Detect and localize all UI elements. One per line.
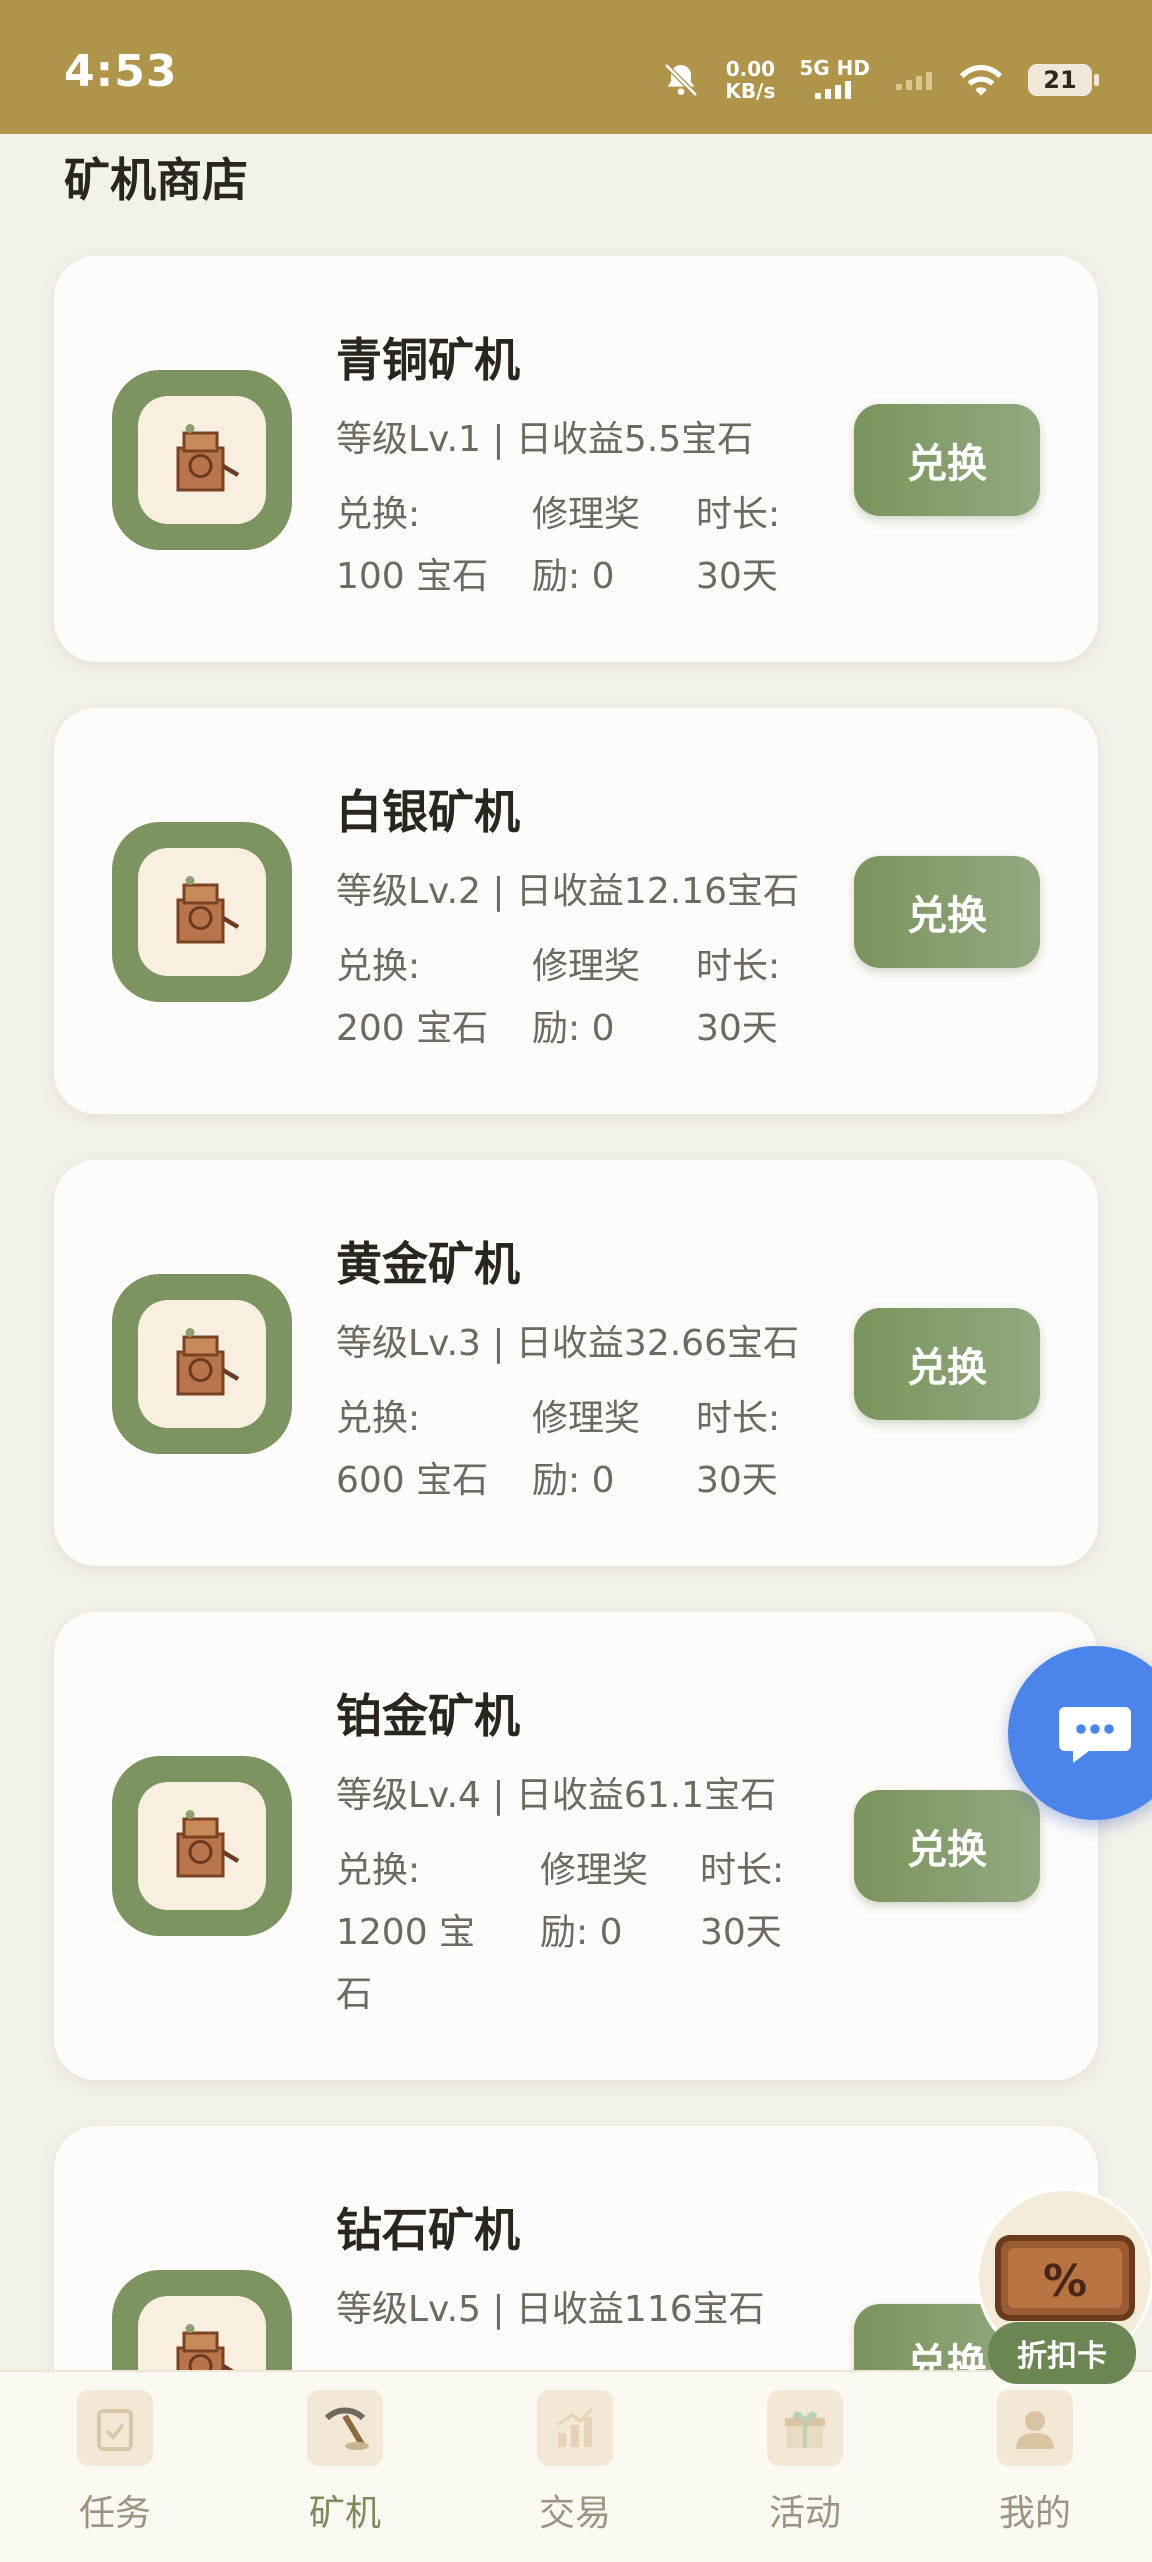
exchange-cost: 兑换: 600 宝石 xyxy=(336,1388,488,1512)
miner-level-income: 等级Lv.3 | 日收益32.66宝石 xyxy=(336,1323,799,1364)
miner-level-income: 等级Lv.4 | 日收益61.1宝石 xyxy=(336,1775,777,1816)
miner-card-platinum: 铂金矿机 等级Lv.4 | 日收益61.1宝石 兑换: 1200 宝 石 修理奖… xyxy=(54,1612,1098,2080)
miner-name: 铂金矿机 xyxy=(336,1689,520,1743)
exchange-button[interactable]: 兑换 xyxy=(854,1790,1040,1902)
repair-reward-value: 励: 0 xyxy=(540,1912,623,1953)
exchange-cost-label: 兑换: xyxy=(336,946,421,987)
duration: 时长: 30天 xyxy=(696,1388,780,1512)
tab-tasks[interactable]: 任务 xyxy=(0,2390,230,2536)
repair-reward-value: 励: 0 xyxy=(532,1008,615,1049)
miner-thumbnail xyxy=(112,822,292,1002)
discount-card-button[interactable]: % 折扣卡 xyxy=(974,2188,1152,2388)
mining-machine-icon xyxy=(176,1328,240,1396)
tab-trade[interactable]: 交易 xyxy=(460,2390,690,2536)
tab-label: 任务 xyxy=(78,2493,151,2534)
miner-name: 白银矿机 xyxy=(336,785,520,839)
miner-name: 青铜矿机 xyxy=(336,333,520,387)
exchange-cost: 兑换: 200 宝石 xyxy=(336,936,488,1060)
user-icon xyxy=(997,2390,1073,2466)
exchange-cost-value: 200 宝石 xyxy=(336,1008,489,1049)
repair-reward: 修理奖 励: 0 xyxy=(532,484,640,608)
repair-reward: 修理奖 励: 0 xyxy=(532,1388,640,1512)
discount-percent-icon: % xyxy=(995,2235,1135,2321)
exchange-cost: 兑换: 100 宝石 xyxy=(336,484,488,608)
exchange-cost-label: 兑换: xyxy=(336,494,421,535)
tab-profile[interactable]: 我的 xyxy=(920,2390,1150,2536)
repair-reward-value: 励: 0 xyxy=(532,1460,615,1501)
network-type: 5G HD xyxy=(799,57,870,103)
repair-reward-label: 修理奖 xyxy=(532,1398,641,1439)
repair-reward-label: 修理奖 xyxy=(540,1850,649,1891)
miner-name: 钻石矿机 xyxy=(336,2203,520,2257)
mining-machine-icon xyxy=(176,424,240,492)
bottom-tab-bar: 任务 矿机 交易 活动 我的 xyxy=(0,2370,1152,2562)
miner-level-income: 等级Lv.2 | 日收益12.16宝石 xyxy=(336,871,799,912)
tab-activity[interactable]: 活动 xyxy=(690,2390,920,2536)
duration: 时长: 30天 xyxy=(696,484,780,608)
exchange-cost-value: 100 宝石 xyxy=(336,556,489,597)
mining-machine-icon xyxy=(176,1810,240,1878)
net-speed-unit: KB/s xyxy=(725,79,776,103)
duration: 时长: 30天 xyxy=(700,1840,784,1964)
miner-card-silver: 白银矿机 等级Lv.2 | 日收益12.16宝石 兑换: 200 宝石 修理奖 … xyxy=(54,708,1098,1114)
miner-thumbnail xyxy=(112,1756,292,1936)
page-title: 矿机商店 xyxy=(64,153,248,207)
status-bar: 4:53 0.00 KB/s 5G HD 21 xyxy=(0,0,1152,134)
duration-label: 时长: xyxy=(700,1850,785,1891)
discount-card-label: 折扣卡 xyxy=(988,2322,1136,2384)
repair-reward-label: 修理奖 xyxy=(532,946,641,987)
network-type-label: 5G HD xyxy=(799,56,870,80)
repair-reward: 修理奖 励: 0 xyxy=(532,936,640,1060)
svg-text:%: % xyxy=(1043,2256,1087,2307)
duration-label: 时长: xyxy=(696,946,781,987)
tab-miners[interactable]: 矿机 xyxy=(230,2390,460,2536)
wifi-icon xyxy=(959,65,1003,96)
exchange-cost-value-line1: 1200 宝 xyxy=(336,1912,476,1953)
tab-label: 我的 xyxy=(998,2493,1071,2534)
repair-reward: 修理奖 励: 0 xyxy=(540,1840,648,1964)
duration-label: 时长: xyxy=(696,1398,781,1439)
chart-icon xyxy=(537,2390,613,2466)
miner-card-gold: 黄金矿机 等级Lv.3 | 日收益32.66宝石 兑换: 600 宝石 修理奖 … xyxy=(54,1160,1098,1566)
signal-weak-icon xyxy=(896,72,932,90)
exchange-button[interactable]: 兑换 xyxy=(854,404,1040,516)
miner-level-income: 等级Lv.5 | 日收益116宝石 xyxy=(336,2289,765,2330)
tab-label: 交易 xyxy=(538,2493,611,2534)
exchange-button[interactable]: 兑换 xyxy=(854,856,1040,968)
miner-level-income: 等级Lv.1 | 日收益5.5宝石 xyxy=(336,419,754,460)
miner-name: 黄金矿机 xyxy=(336,1237,520,1291)
repair-reward-label: 修理奖 xyxy=(532,494,641,535)
miner-thumbnail xyxy=(112,1274,292,1454)
net-speed-value: 0.00 xyxy=(725,57,776,81)
exchange-cost: 兑换: 1200 宝 石 xyxy=(336,1840,475,2026)
exchange-cost-value: 600 宝石 xyxy=(336,1460,489,1501)
bell-muted-icon xyxy=(664,63,699,97)
exchange-cost-value-line2: 石 xyxy=(336,1974,373,2015)
exchange-cost-label: 兑换: xyxy=(336,1398,421,1439)
duration: 时长: 30天 xyxy=(696,936,780,1060)
duration-value: 30天 xyxy=(696,1460,778,1501)
pickaxe-icon xyxy=(307,2390,383,2466)
duration-label: 时长: xyxy=(696,494,781,535)
battery-indicator: 21 xyxy=(1028,64,1099,96)
network-speed: 0.00 KB/s xyxy=(725,58,775,102)
miner-thumbnail xyxy=(112,370,292,550)
repair-reward-value: 励: 0 xyxy=(532,556,615,597)
duration-value: 30天 xyxy=(696,1008,778,1049)
exchange-cost-label: 兑换: xyxy=(336,1850,421,1891)
chat-bubble-icon xyxy=(1059,1707,1131,1763)
duration-value: 30天 xyxy=(700,1912,782,1953)
status-time: 4:53 xyxy=(64,46,178,97)
tab-label: 活动 xyxy=(768,2493,841,2534)
duration-value: 30天 xyxy=(696,556,778,597)
mining-machine-icon xyxy=(176,876,240,944)
clipboard-icon xyxy=(77,2390,153,2466)
gift-icon xyxy=(767,2390,843,2466)
exchange-button[interactable]: 兑换 xyxy=(854,1308,1040,1420)
status-icons: 0.00 KB/s 5G HD 21 xyxy=(661,50,1099,110)
tab-label: 矿机 xyxy=(308,2493,381,2534)
signal-icon xyxy=(814,81,851,99)
miner-card-bronze: 青铜矿机 等级Lv.1 | 日收益5.5宝石 兑换: 100 宝石 修理奖 励:… xyxy=(54,256,1098,662)
